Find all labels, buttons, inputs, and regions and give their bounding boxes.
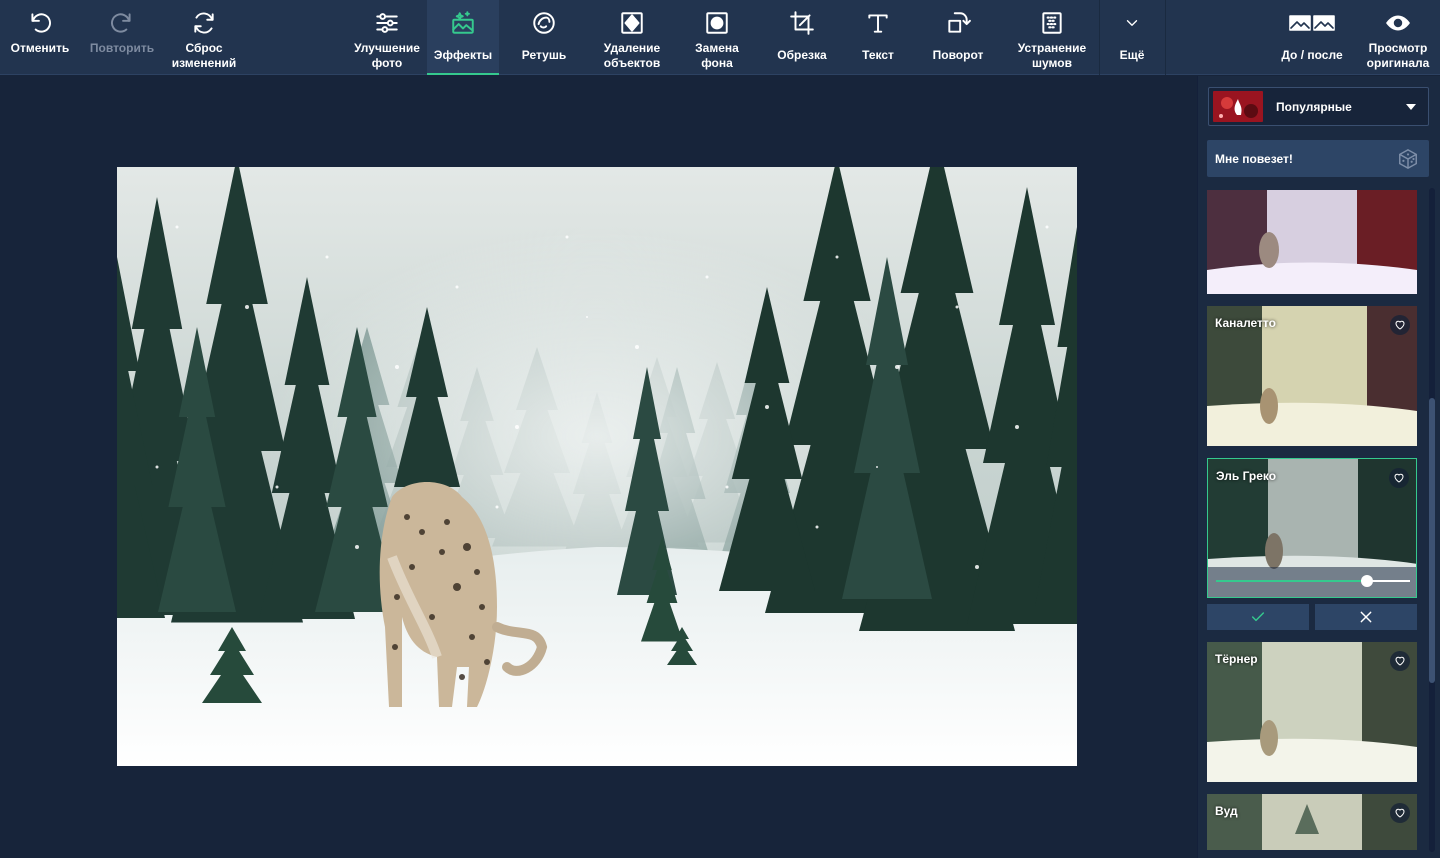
- effect-name: Тёрнер: [1215, 652, 1258, 666]
- more-label: Ещё: [1119, 48, 1145, 62]
- toolbar-separator: [1165, 0, 1166, 75]
- denoise-button[interactable]: Устранение шумов: [1010, 0, 1094, 75]
- effect-card-wood[interactable]: Вуд: [1207, 794, 1417, 850]
- effect-card-turner[interactable]: Тёрнер: [1207, 642, 1417, 782]
- text-label: Текст: [862, 48, 894, 62]
- feeling-lucky-label: Мне повезет!: [1215, 151, 1293, 166]
- view-original-button[interactable]: Просмотр оригинала: [1362, 0, 1434, 75]
- effects-tab[interactable]: Эффекты: [427, 0, 499, 75]
- effect-card-el-greco[interactable]: Эль Греко: [1207, 458, 1417, 598]
- favorite-heart-icon[interactable]: [1389, 468, 1409, 488]
- favorite-heart-icon[interactable]: [1390, 651, 1410, 671]
- remove-objects-button[interactable]: Удаление объектов: [596, 0, 668, 75]
- effects-panel: Популярные Мне повезет! Каналетто Эль Гр…: [1197, 76, 1440, 858]
- favorite-heart-icon[interactable]: [1390, 803, 1410, 823]
- replace-background-label: Замена фона: [695, 41, 739, 70]
- crop-button[interactable]: Обрезка: [768, 0, 836, 75]
- enhance-photo-button[interactable]: Улучшение фото: [348, 0, 426, 75]
- enhance-photo-label: Улучшение фото: [354, 41, 420, 70]
- retouch-button[interactable]: Ретушь: [508, 0, 580, 75]
- effects-label: Эффекты: [433, 48, 493, 62]
- effect-name: Каналетто: [1215, 316, 1276, 330]
- effects-icon: [449, 9, 477, 37]
- refresh-icon: [190, 9, 218, 37]
- crop-label: Обрезка: [777, 48, 827, 62]
- photo-canvas[interactable]: [117, 167, 1077, 766]
- panel-scrollbar-thumb[interactable]: [1429, 398, 1435, 683]
- redo-label: Повторить: [89, 41, 155, 55]
- text-icon: [864, 9, 892, 37]
- effect-intensity-slider[interactable]: [1216, 575, 1410, 587]
- remove-objects-icon: [618, 9, 646, 37]
- effect-card-canaletto[interactable]: Каналетто: [1207, 306, 1417, 446]
- favorite-heart-icon[interactable]: [1390, 315, 1410, 335]
- dice-icon: [1399, 148, 1417, 169]
- denoise-label: Устранение шумов: [1017, 41, 1087, 70]
- view-original-label: Просмотр оригинала: [1366, 41, 1430, 70]
- checkmark-icon: [1251, 612, 1265, 622]
- remove-objects-label: Удаление объектов: [603, 41, 661, 70]
- eye-icon: [1384, 9, 1412, 37]
- category-dropdown[interactable]: Популярные: [1208, 87, 1429, 126]
- reset-button[interactable]: Сброс изменений: [166, 0, 242, 75]
- main-toolbar: Отменить Повторить Сброс изменений Улучш…: [0, 0, 1440, 75]
- effect-preview: [1207, 190, 1417, 294]
- effect-preview: [1207, 794, 1417, 850]
- crop-icon: [788, 9, 816, 37]
- replace-background-icon: [703, 9, 731, 37]
- undo-label: Отменить: [10, 41, 70, 55]
- category-thumbnail: [1213, 91, 1263, 122]
- category-label: Популярные: [1276, 99, 1352, 114]
- more-button[interactable]: Ещё: [1100, 0, 1164, 75]
- snow-leopard-photo: [117, 167, 1077, 766]
- cancel-effect-button[interactable]: [1315, 604, 1417, 630]
- undo-button[interactable]: Отменить: [4, 0, 76, 75]
- rotate-label: Поворот: [932, 48, 984, 62]
- redo-button[interactable]: Повторить: [84, 0, 160, 75]
- effect-card[interactable]: [1207, 190, 1417, 294]
- close-icon: [1360, 611, 1372, 623]
- slider-fill: [1216, 580, 1368, 582]
- dropdown-arrow-icon: [1406, 103, 1416, 110]
- panel-scrollbar[interactable]: [1429, 188, 1435, 852]
- replace-background-button[interactable]: Замена фона: [683, 0, 751, 75]
- retouch-label: Ретушь: [521, 48, 567, 62]
- before-after-label: До / после: [1281, 48, 1343, 62]
- rotate-icon: [944, 9, 972, 37]
- feeling-lucky-button[interactable]: Мне повезет!: [1207, 140, 1429, 177]
- retouch-face-icon: [530, 9, 558, 37]
- apply-effect-button[interactable]: [1207, 604, 1309, 630]
- before-after-button[interactable]: До / после: [1270, 0, 1354, 75]
- effect-name: Эль Греко: [1216, 469, 1277, 483]
- denoise-icon: [1038, 9, 1066, 37]
- rotate-button[interactable]: Поворот: [924, 0, 992, 75]
- chevron-down-icon: [1118, 9, 1146, 37]
- reset-label: Сброс изменений: [171, 41, 237, 70]
- text-button[interactable]: Текст: [848, 0, 908, 75]
- undo-icon: [26, 9, 54, 37]
- sliders-icon: [373, 9, 401, 37]
- redo-icon: [108, 9, 136, 37]
- before-after-icon: [1288, 9, 1336, 37]
- effect-name: Вуд: [1215, 804, 1238, 818]
